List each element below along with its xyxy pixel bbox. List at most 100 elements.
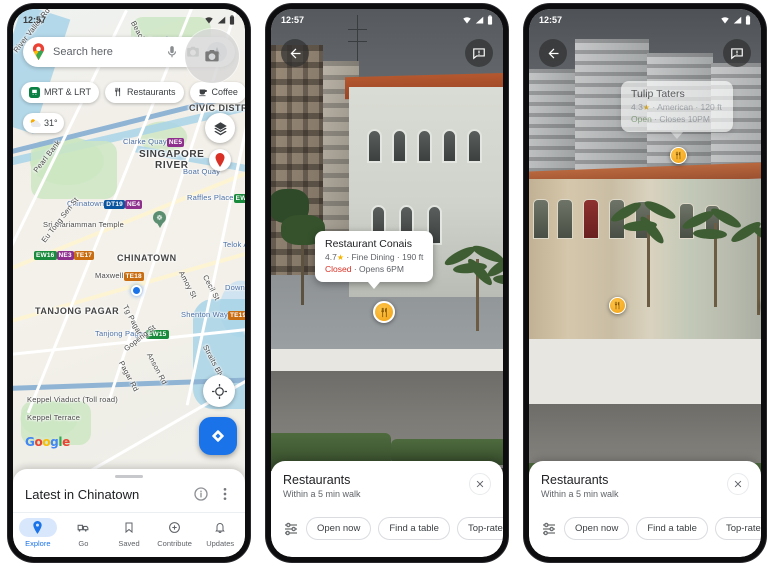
three-phone-screenshot-stage: ☸ Google Fort CanningClarke QuayNE5SINGA… [0,0,774,566]
nav-item-contribute[interactable]: Contribute [152,518,198,548]
phone-map-panel: ☸ Google Fort CanningClarke QuayNE5SINGA… [0,0,258,566]
fork-knife-glyph [380,307,387,317]
filter-chip-find-a-table[interactable]: Find a table [636,517,708,540]
poi-callout-card-faded[interactable]: Tulip Taters 4.3★ · American · 120 ft Op… [621,81,733,139]
map-label: CIVIC DISTRICT [189,103,245,113]
filter-chip-open-now[interactable]: Open now [306,517,372,540]
map-label: Maxwell TE18 [95,271,144,281]
nav-pill [110,518,148,537]
callout-hours: · Closes 10PM [651,114,710,124]
chip-coffee[interactable]: Coffee [189,81,245,103]
filter-chip-top-rated[interactable]: Top-rated [714,517,761,540]
chip-label: Open now [317,523,361,534]
feedback-button[interactable] [465,39,493,67]
recenter-compass-icon [211,383,227,399]
rsheet-subtitle: Within a 5 min walk [541,489,619,499]
restaurants-bottom-sheet[interactable]: Restaurants Within a 5 min walk Open now… [271,461,503,557]
account-avatar[interactable] [207,42,227,62]
map-layers-button[interactable] [205,113,235,143]
callout-rating: 4.7 [325,252,337,262]
restaurant-marker-icon[interactable] [373,301,395,323]
temple-poi-pin[interactable]: ☸ [153,211,166,228]
recenter-button[interactable] [203,375,235,407]
shop-window-3 [583,199,599,239]
chip-label: Coffee [211,87,238,97]
filter-chip-open-now[interactable]: Open now [564,517,630,540]
phone-bezel-2: Restaurant Conais 4.7★ · Fine Dining · 1… [266,4,508,562]
arched-window-2 [392,129,407,163]
arched-window-1 [367,129,382,163]
filter-chip-find-a-table[interactable]: Find a table [378,517,450,540]
chip-label: Top-rated [725,523,761,534]
category-chip-row[interactable]: MRT & LRT Restaurants Coffee [21,81,245,103]
google-lens-icon[interactable] [186,45,200,59]
microphone-icon[interactable] [165,45,179,59]
map-label: SINGAPORE [139,149,205,160]
back-arrow-icon [290,48,300,58]
back-button[interactable] [539,39,567,67]
restaurants-bottom-sheet[interactable]: Restaurants Within a 5 min walk Open now… [529,461,761,557]
weather-chip[interactable]: 31° [23,113,64,133]
current-location-dot [131,285,142,296]
nav-item-saved[interactable]: Saved [106,518,152,548]
restaurant-marker-icon[interactable] [609,297,626,314]
tune-filter-icon[interactable] [283,521,299,537]
nav-item-go[interactable]: Go [61,518,107,548]
close-icon [734,480,742,488]
feedback-message-icon [473,48,485,60]
close-button[interactable] [727,473,749,495]
nav-label: Go [78,539,89,548]
map-label: Downtown [225,283,245,292]
partly-cloudy-icon [30,119,41,128]
star-icon: ★ [642,103,650,112]
bottom-navigation-bar[interactable]: Explore Go Saved Contribute Updates [13,512,245,557]
chip-restaurants[interactable]: Restaurants [105,81,184,103]
nav-pill [156,518,194,537]
back-arrow-icon [548,48,558,58]
plus-circle-icon [169,522,180,533]
chip-mrt-lrt[interactable]: MRT & LRT [21,81,100,103]
callout-hours-line: Open · Closes 10PM [631,114,723,124]
arched-window-5 [467,129,482,163]
search-input[interactable]: Search here [53,46,158,58]
directions-icon [212,430,224,442]
feedback-button[interactable] [723,39,751,67]
coffee-icon [198,89,207,97]
filter-chip-row[interactable]: Open now Find a table Top-rated More [283,517,503,540]
nav-item-updates[interactable]: Updates [197,518,243,548]
callout-hours-line: Closed · Opens 6PM [325,264,423,274]
callout-status: Closed [325,264,352,274]
more-vertical-icon[interactable] [217,486,233,502]
close-button[interactable] [469,473,491,495]
restaurant-marker-icon[interactable] [670,147,687,164]
map-label: EW16 NE3 TE17 [34,250,95,260]
phone-screen-1: ☸ Google Fort CanningClarke QuayNE5SINGA… [13,9,245,557]
nav-pill [18,518,57,537]
nav-label: Explore [25,539,51,548]
chip-label: Find a table [647,523,697,534]
latest-bottom-sheet[interactable]: Latest in Chinatown Explore Go Saved Con… [13,469,245,557]
filter-chip-top-rated[interactable]: Top-rated [456,517,503,540]
transit-icon [29,86,40,98]
search-bar[interactable]: Search here [23,37,235,67]
info-icon[interactable] [193,486,209,502]
star-icon: ★ [336,253,344,262]
directions-button[interactable] [199,417,237,455]
fork-knife-glyph [675,151,681,160]
rsheet-title: Restaurants [283,473,351,487]
filter-chip-row[interactable]: Open now Find a table Top-rated More [541,517,761,540]
map-layers-icon [213,121,227,135]
bookmark-icon [125,522,133,534]
phone-screen-3: Tulip Taters 4.3★ · American · 120 ft Op… [529,9,761,557]
sheet-header: Latest in Chinatown [13,478,245,512]
map-label: Keppel Terrace [27,413,81,422]
poi-callout-card[interactable]: Restaurant Conais 4.7★ · Fine Dining · 1… [315,231,434,289]
tune-filter-icon[interactable] [541,521,557,537]
nav-item-explore[interactable]: Explore [15,518,61,548]
back-button[interactable] [281,39,309,67]
callout-status: Open [631,114,652,124]
map-label: TANJONG PAGAR [35,306,120,316]
callout-meta: · American · 120 ft [650,102,722,112]
saved-pin-button[interactable] [209,149,231,171]
chip-label: Find a table [389,523,439,534]
